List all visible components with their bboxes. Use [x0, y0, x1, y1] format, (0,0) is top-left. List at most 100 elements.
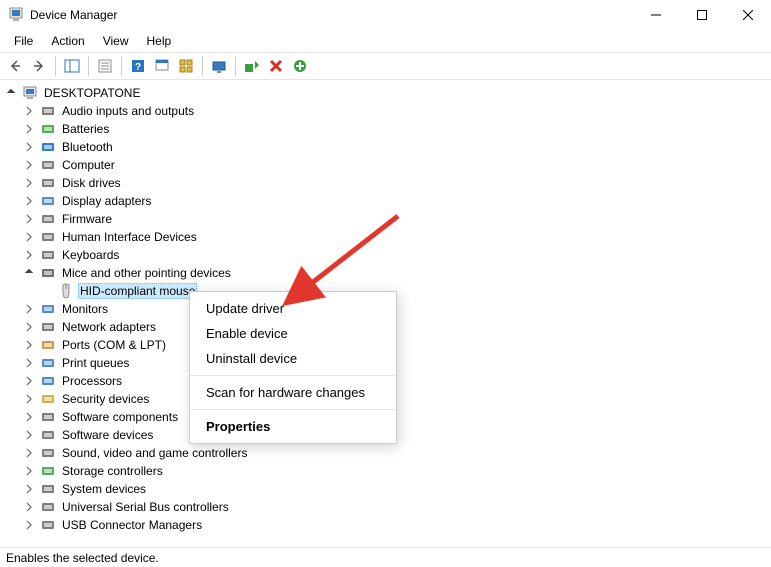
expander-icon[interactable] [4, 86, 18, 100]
category-icon [40, 427, 56, 443]
tree-category-label: Keyboards [60, 247, 121, 263]
tree-category-label: Firmware [60, 211, 114, 227]
tree-category[interactable]: System devices [4, 480, 769, 498]
tree-category-label: Ports (COM & LPT) [60, 337, 168, 353]
svg-text:?: ? [135, 62, 141, 73]
view-button[interactable] [175, 55, 197, 77]
tree-category[interactable]: Batteries [4, 120, 769, 138]
expander-icon[interactable] [22, 392, 36, 406]
tree-category[interactable]: Bluetooth [4, 138, 769, 156]
computer-icon [22, 85, 38, 101]
expander-icon[interactable] [22, 248, 36, 262]
category-icon [40, 139, 56, 155]
menu-action[interactable]: Action [43, 32, 92, 50]
expander-icon[interactable] [22, 464, 36, 478]
category-icon [40, 481, 56, 497]
category-icon [40, 175, 56, 191]
category-icon [40, 229, 56, 245]
tree-category[interactable]: USB Connector Managers [4, 516, 769, 534]
expander-icon[interactable] [22, 500, 36, 514]
maximize-button[interactable] [679, 0, 725, 30]
tree-category-label: Human Interface Devices [60, 229, 199, 245]
expander-icon[interactable] [22, 518, 36, 532]
expander-icon[interactable] [22, 212, 36, 226]
expander-icon[interactable] [22, 410, 36, 424]
context-menu-item[interactable]: Update driver [190, 296, 396, 321]
tree-category[interactable]: Universal Serial Bus controllers [4, 498, 769, 516]
tree-category[interactable]: Disk drives [4, 174, 769, 192]
help-button[interactable]: ? [127, 55, 149, 77]
expander-icon[interactable] [22, 446, 36, 460]
category-icon [40, 121, 56, 137]
category-icon [40, 265, 56, 281]
uninstall-button[interactable] [265, 55, 287, 77]
expander-icon[interactable] [22, 374, 36, 388]
tree-category[interactable]: Mice and other pointing devices [4, 264, 769, 282]
window-title: Device Manager [30, 8, 633, 22]
category-icon [40, 355, 56, 371]
expander-icon[interactable] [22, 428, 36, 442]
properties-button[interactable] [94, 55, 116, 77]
menu-file[interactable]: File [6, 32, 41, 50]
expander-icon[interactable] [22, 266, 36, 280]
tree-category[interactable]: Display adapters [4, 192, 769, 210]
expander-icon[interactable] [22, 122, 36, 136]
close-button[interactable] [725, 0, 771, 30]
context-menu-item[interactable]: Enable device [190, 321, 396, 346]
tree-category[interactable]: Keyboards [4, 246, 769, 264]
show-hide-tree-button[interactable] [61, 55, 83, 77]
category-icon [40, 499, 56, 515]
category-icon [40, 157, 56, 173]
expander-icon[interactable] [22, 338, 36, 352]
back-button[interactable] [4, 55, 26, 77]
toolbar: ? [0, 52, 771, 80]
context-menu-item[interactable]: Properties [190, 414, 396, 439]
tree-category-label: Storage controllers [60, 463, 165, 479]
tree-category[interactable]: Audio inputs and outputs [4, 102, 769, 120]
menubar: File Action View Help [0, 30, 771, 52]
context-menu-item[interactable]: Uninstall device [190, 346, 396, 371]
tree-category-label: Mice and other pointing devices [60, 265, 233, 281]
minimize-button[interactable] [633, 0, 679, 30]
expander-icon[interactable] [22, 320, 36, 334]
scan-hardware-button[interactable] [289, 55, 311, 77]
expander-icon[interactable] [22, 176, 36, 190]
forward-button[interactable] [28, 55, 50, 77]
tree-category[interactable]: Human Interface Devices [4, 228, 769, 246]
tree-category[interactable]: Firmware [4, 210, 769, 228]
tree-category[interactable]: Sound, video and game controllers [4, 444, 769, 462]
update-driver-button[interactable] [208, 55, 230, 77]
tree-device-label: HID-compliant mouse [78, 283, 197, 299]
tree-category-label: Display adapters [60, 193, 153, 209]
category-icon [40, 391, 56, 407]
expander-icon[interactable] [22, 140, 36, 154]
expander-icon[interactable] [22, 104, 36, 118]
action-button[interactable] [151, 55, 173, 77]
context-menu: Update driverEnable deviceUninstall devi… [189, 291, 397, 444]
statusbar: Enables the selected device. [0, 547, 771, 567]
tree-category-label: System devices [60, 481, 148, 497]
tree-category[interactable]: Computer [4, 156, 769, 174]
menu-help[interactable]: Help [139, 32, 180, 50]
category-icon [40, 193, 56, 209]
tree-root[interactable]: DESKTOPATONE [4, 84, 769, 102]
tree-category-label: Print queues [60, 355, 131, 371]
category-icon [40, 445, 56, 461]
expander-icon[interactable] [22, 230, 36, 244]
expander-icon[interactable] [22, 194, 36, 208]
category-icon [40, 337, 56, 353]
menu-view[interactable]: View [95, 32, 137, 50]
expander-icon[interactable] [22, 302, 36, 316]
titlebar: Device Manager [0, 0, 771, 30]
context-menu-item[interactable]: Scan for hardware changes [190, 380, 396, 405]
tree-category-label: Security devices [60, 391, 151, 407]
expander-icon[interactable] [22, 482, 36, 496]
expander-icon[interactable] [22, 158, 36, 172]
mouse-icon [58, 283, 74, 299]
tree-category-label: USB Connector Managers [60, 517, 204, 533]
tree-category[interactable]: Storage controllers [4, 462, 769, 480]
window-controls [633, 0, 771, 30]
tree-category-label: Processors [60, 373, 124, 389]
expander-icon[interactable] [22, 356, 36, 370]
enable-button[interactable] [241, 55, 263, 77]
